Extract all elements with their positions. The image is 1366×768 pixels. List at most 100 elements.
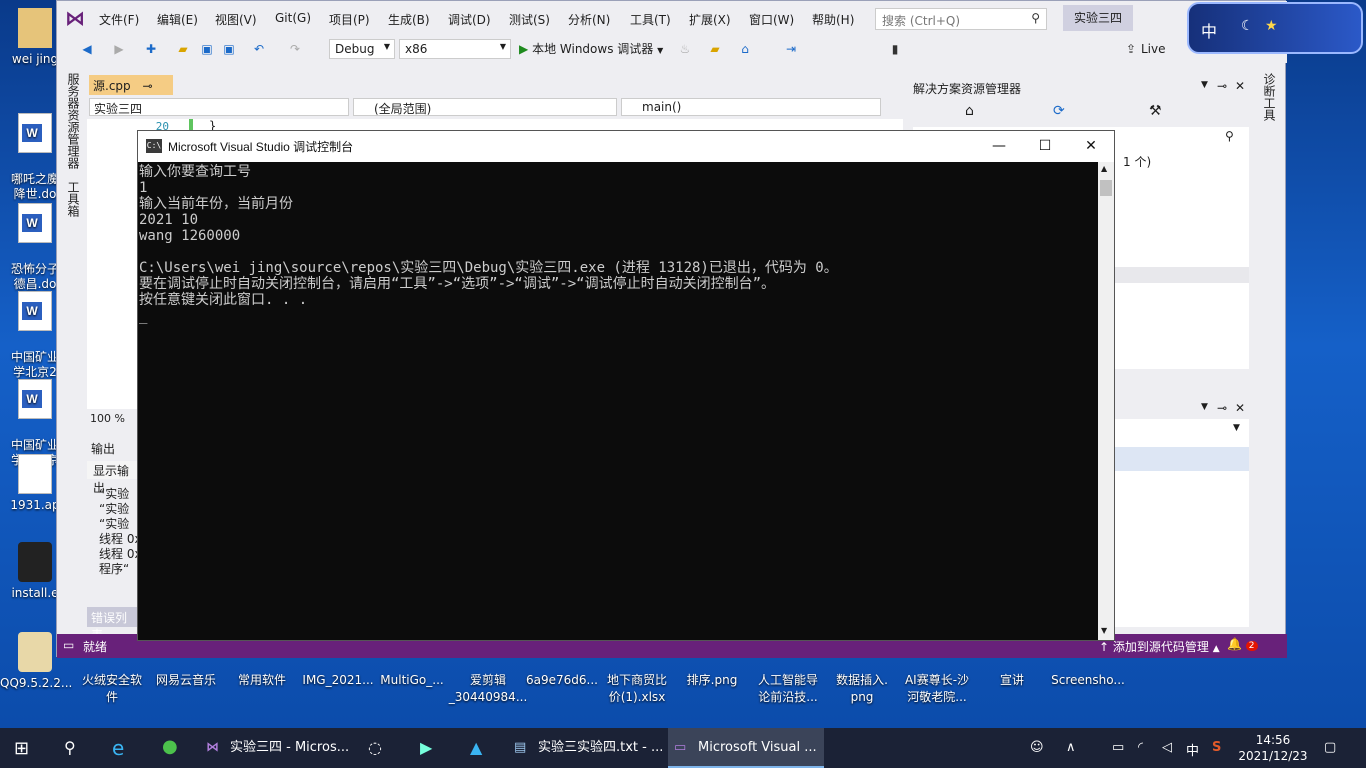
notifications-button[interactable]: 🔔 2 bbox=[1227, 637, 1258, 651]
menu-view[interactable]: 视图(V) bbox=[215, 11, 257, 28]
ime-language[interactable]: 中 bbox=[1201, 18, 1217, 42]
step-icon[interactable]: ⇥ bbox=[783, 41, 799, 57]
minimize-button[interactable]: — bbox=[976, 131, 1022, 162]
menu-window[interactable]: 窗口(W) bbox=[749, 11, 794, 28]
desktop-icon-huorong[interactable]: 火绒安全软 件 bbox=[72, 672, 152, 706]
menu-debug[interactable]: 调试(D) bbox=[448, 11, 491, 28]
sogou-icon[interactable]: S bbox=[1212, 740, 1221, 755]
pin-icon[interactable]: ⊸ bbox=[1217, 79, 1227, 93]
shirt-icon[interactable]: ★ bbox=[1265, 18, 1278, 34]
desktop-icon-datainsert[interactable]: 数据插入. png bbox=[822, 672, 902, 706]
people-icon[interactable]: ☺ bbox=[1030, 740, 1044, 755]
desktop-icon-common[interactable]: 常用软件 bbox=[222, 672, 302, 689]
ime-toolbar[interactable]: 中 ☾ ★ bbox=[1187, 2, 1363, 54]
chevron-down-icon[interactable]: ▼ bbox=[1233, 423, 1240, 433]
redo-icon[interactable]: ↷ bbox=[287, 41, 303, 57]
refresh-icon[interactable]: ⟳ bbox=[1053, 103, 1065, 119]
add-to-source-control-button[interactable]: ↑ 添加到源代码管理 ▲ bbox=[1099, 638, 1220, 655]
dropdown-icon[interactable]: ▼ bbox=[1201, 80, 1208, 90]
desktop-icon-sort[interactable]: 排序.png bbox=[672, 672, 752, 689]
close-icon[interactable]: ✕ bbox=[1235, 401, 1245, 415]
menu-build[interactable]: 生成(B) bbox=[388, 11, 430, 28]
camera-icon[interactable]: ◌ bbox=[368, 738, 382, 757]
project-select[interactable]: 实验三四 bbox=[89, 98, 349, 116]
maximize-button[interactable]: ☐ bbox=[1022, 131, 1068, 162]
live-share-label[interactable]: Live bbox=[1141, 42, 1166, 56]
close-button[interactable]: ✕ bbox=[1068, 131, 1114, 162]
clock[interactable]: 14:56 2021/12/23 bbox=[1238, 732, 1308, 764]
menu-extensions[interactable]: 扩展(X) bbox=[689, 11, 731, 28]
scroll-up-icon[interactable]: ▲ bbox=[1101, 164, 1107, 173]
save-all-icon[interactable]: ▣ bbox=[221, 41, 237, 57]
pin-icon[interactable]: ⊸ bbox=[1217, 401, 1227, 415]
scope-select[interactable]: (全局范围) bbox=[353, 98, 617, 116]
save-icon[interactable]: ▣ bbox=[199, 41, 215, 57]
home-icon[interactable]: ⌂ bbox=[965, 103, 974, 119]
wifi-icon[interactable]: ◜ bbox=[1138, 740, 1143, 755]
function-select[interactable]: main() bbox=[621, 98, 881, 116]
browser-icon[interactable]: ● bbox=[162, 736, 178, 757]
dropdown-icon[interactable]: ▼ bbox=[1201, 402, 1208, 412]
desktop-icon-aisai[interactable]: AI赛尊长-沙 河敬老院... bbox=[897, 672, 977, 706]
hot-reload-icon[interactable]: ♨ bbox=[677, 41, 693, 57]
output-source-select[interactable]: 显示输出 bbox=[87, 461, 141, 495]
app-icon[interactable]: ▶ bbox=[420, 738, 432, 757]
task-vs-console[interactable]: ▭ Microsoft Visual ... bbox=[668, 728, 824, 768]
configuration-select[interactable]: Debug ▼ bbox=[329, 39, 395, 59]
back-icon[interactable]: ◀ bbox=[79, 41, 95, 57]
scrollbar-thumb[interactable] bbox=[1100, 180, 1112, 196]
desktop-icon-xuanjiang[interactable]: 宣讲 bbox=[972, 672, 1052, 689]
menu-help[interactable]: 帮助(H) bbox=[812, 11, 854, 28]
close-icon[interactable]: ✕ bbox=[1235, 79, 1245, 93]
console-output[interactable]: 输入你要查询工号 1 输入当前年份，当前月份 2021 10 wang 1260… bbox=[138, 162, 1098, 640]
chevron-up-icon[interactable]: ∧ bbox=[1066, 740, 1076, 755]
menu-analyze[interactable]: 分析(N) bbox=[568, 11, 610, 28]
windows-start-icon[interactable]: ⊞ bbox=[14, 738, 29, 759]
menu-git[interactable]: Git(G) bbox=[275, 11, 311, 25]
diagnostic-tools-tab[interactable]: 诊断工具 bbox=[1261, 73, 1278, 121]
search-input[interactable]: 搜索 (Ctrl+Q) ⚲ bbox=[875, 8, 1047, 30]
menu-edit[interactable]: 编辑(E) bbox=[157, 11, 198, 28]
desktop-icon-aijianji[interactable]: 爱剪辑 _30440984... bbox=[448, 672, 528, 706]
scroll-down-icon[interactable]: ▼ bbox=[1101, 626, 1107, 635]
desktop-icon-xlsx[interactable]: 地下商贸比 价(1).xlsx bbox=[597, 672, 677, 706]
menu-file[interactable]: 文件(F) bbox=[99, 11, 139, 28]
desktop-icon-multigo[interactable]: MultiGo_... bbox=[372, 672, 452, 689]
battery-icon[interactable]: ▭ bbox=[1112, 740, 1124, 755]
ime-indicator[interactable]: 中 bbox=[1186, 740, 1199, 759]
open-icon[interactable]: ▰ bbox=[175, 41, 191, 57]
desktop-icon-screenshot[interactable]: Screensho... bbox=[1048, 672, 1128, 689]
new-project-icon[interactable]: ✚ bbox=[143, 41, 159, 57]
desktop-icon-hash[interactable]: 6a9e76d6... bbox=[522, 672, 602, 689]
share-icon[interactable]: ⇪ bbox=[1123, 41, 1139, 57]
app-icon[interactable]: ▲ bbox=[470, 738, 482, 757]
search-icon[interactable]: ⚲ bbox=[1225, 129, 1234, 143]
console-scrollbar[interactable]: ▲ ▼ bbox=[1098, 162, 1114, 640]
edge-icon[interactable]: e bbox=[112, 736, 124, 760]
desktop-icon-img[interactable]: IMG_2021... bbox=[298, 672, 378, 689]
platform-select[interactable]: x86 ▼ bbox=[399, 39, 511, 59]
moon-icon[interactable]: ☾ bbox=[1241, 18, 1254, 34]
server-explorer-tab[interactable]: 服务器资源管理器 bbox=[65, 73, 82, 169]
bookmark-icon[interactable]: ▮ bbox=[887, 41, 903, 57]
menu-project[interactable]: 项目(P) bbox=[329, 11, 370, 28]
notification-center-icon[interactable]: ▢ bbox=[1324, 740, 1336, 755]
search-icon[interactable]: ⚲ bbox=[64, 738, 76, 757]
start-debug-button[interactable]: ▶ 本地 Windows 调试器 ▼ bbox=[519, 40, 663, 60]
desktop-icon-netease[interactable]: 网易云音乐 bbox=[146, 672, 226, 689]
menu-test[interactable]: 测试(S) bbox=[509, 11, 550, 28]
folder-icon[interactable]: ▰ bbox=[707, 41, 723, 57]
undo-icon[interactable]: ↶ bbox=[251, 41, 267, 57]
pin-icon[interactable]: ⊸ bbox=[142, 79, 152, 93]
forward-icon[interactable]: ▶ bbox=[111, 41, 127, 57]
tab-source-cpp[interactable]: 源.cpp ⊸ ✕ bbox=[89, 75, 173, 108]
toolbox-tab[interactable]: 工具箱 bbox=[65, 181, 82, 217]
desktop-icon-ai[interactable]: 人工智能导 论前沿技... bbox=[748, 672, 828, 706]
volume-icon[interactable]: ◁ bbox=[1162, 740, 1172, 755]
task-notepad[interactable]: ▤ 实验三实验四.txt - ... bbox=[508, 728, 664, 768]
home-icon[interactable]: ⌂ bbox=[737, 41, 753, 57]
menu-tools[interactable]: 工具(T) bbox=[630, 11, 671, 28]
task-vs-main[interactable]: ⋈ 实验三四 - Micros... bbox=[200, 728, 356, 768]
error-list-tab[interactable]: 错误列表 bbox=[87, 607, 141, 642]
wrench-icon[interactable]: ⚒ bbox=[1149, 103, 1162, 119]
